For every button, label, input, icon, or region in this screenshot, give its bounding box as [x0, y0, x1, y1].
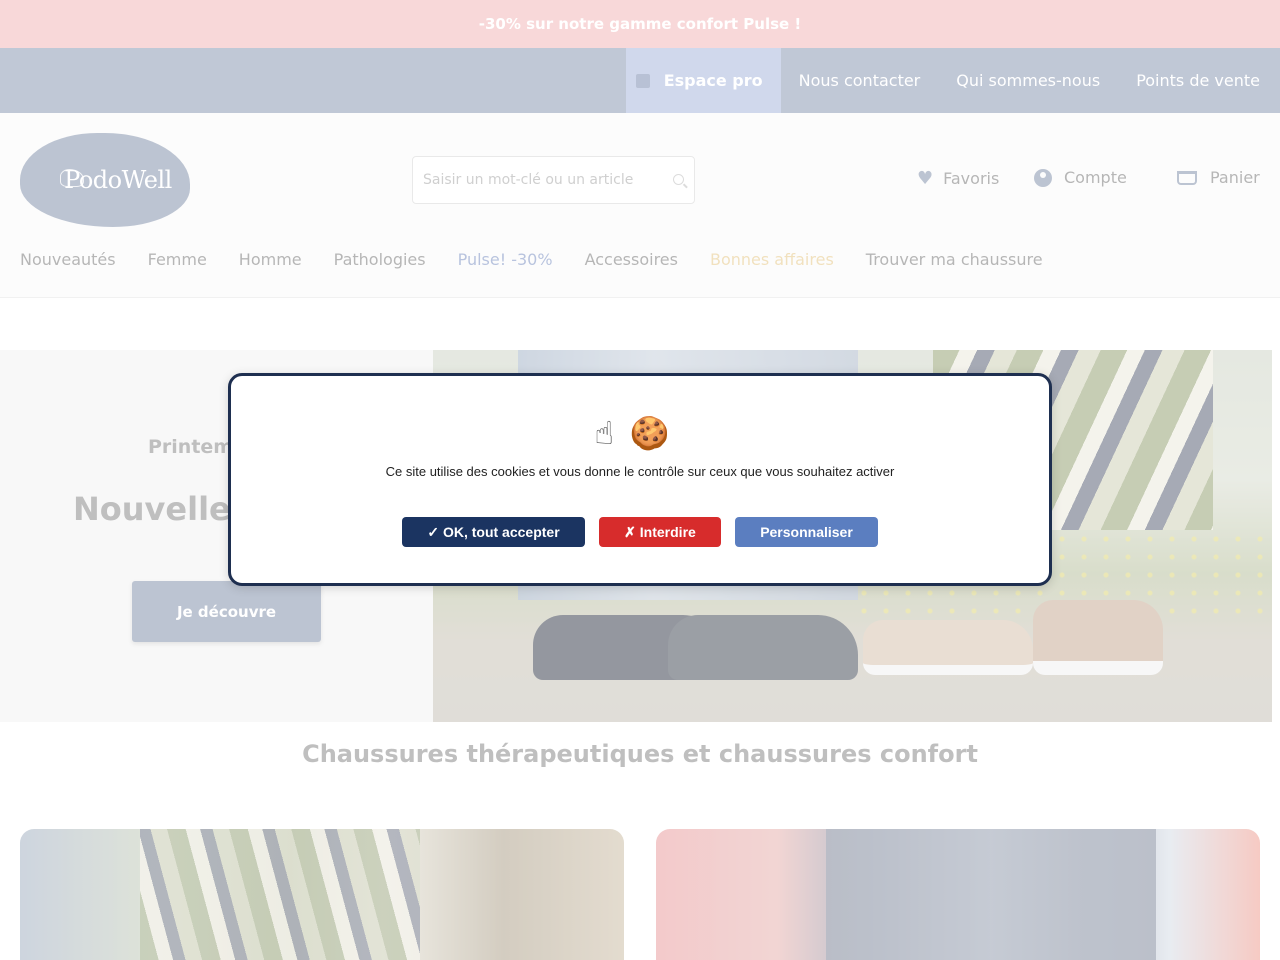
cookie-icon: 🍪 — [629, 414, 686, 452]
accept-all-button[interactable]: ✓ OK, tout accepter — [402, 517, 585, 547]
cookie-message: Ce site utilise des cookies et vous donn… — [385, 464, 895, 479]
cookie-icons: ☝🍪 — [231, 414, 1049, 452]
customize-button[interactable]: Personnaliser — [735, 517, 878, 547]
cookie-consent-dialog: ☝🍪 Ce site utilise des cookies et vous d… — [228, 373, 1052, 586]
deny-button[interactable]: ✗ Interdire — [599, 517, 721, 547]
pointing-finger-icon: ☝ — [594, 414, 630, 452]
